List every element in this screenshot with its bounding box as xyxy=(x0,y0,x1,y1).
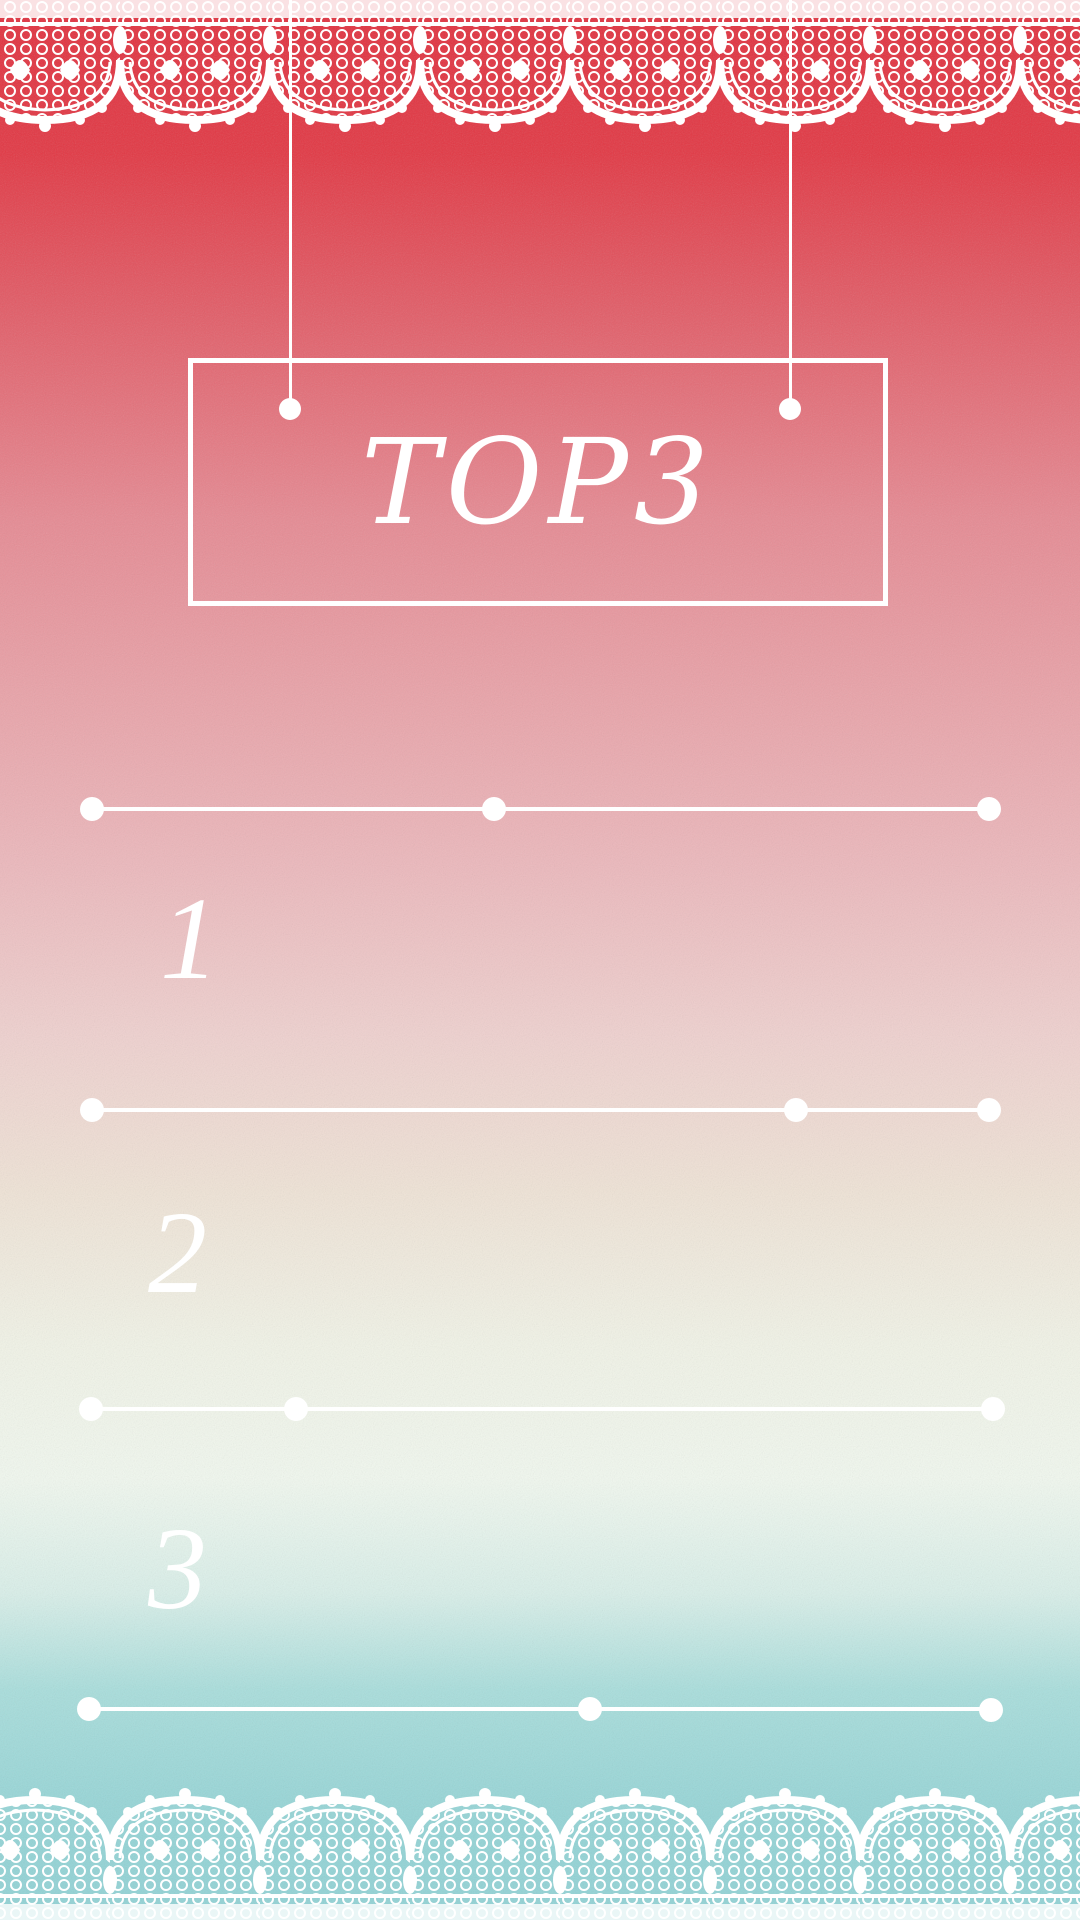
divider-line xyxy=(92,1108,990,1112)
divider-line xyxy=(92,1707,990,1711)
divider-dot xyxy=(979,1698,1003,1722)
lace-border-bottom xyxy=(0,1780,1080,1920)
rank-number-1: 1 xyxy=(160,873,219,1004)
sign-pin-right xyxy=(779,398,801,420)
divider-dot xyxy=(981,1397,1005,1421)
divider-dot xyxy=(79,1397,103,1421)
divider-dot xyxy=(482,797,506,821)
title-sign: TOP3 xyxy=(188,358,888,606)
divider-dot xyxy=(77,1697,101,1721)
divider-line xyxy=(92,807,990,811)
divider-dot xyxy=(784,1098,808,1122)
divider-line xyxy=(92,1407,990,1411)
divider-dot xyxy=(80,1098,104,1122)
divider-dot xyxy=(578,1697,602,1721)
divider-dot xyxy=(80,797,104,821)
sign-string-left xyxy=(289,0,292,408)
page-title: TOP3 xyxy=(361,413,715,551)
lace-border-top xyxy=(0,0,1080,140)
divider-dot xyxy=(284,1397,308,1421)
rank-number-2: 2 xyxy=(148,1187,207,1318)
divider-dot xyxy=(977,797,1001,821)
sign-string-right xyxy=(789,0,792,408)
divider-dot xyxy=(977,1098,1001,1122)
sign-pin-left xyxy=(279,398,301,420)
rank-number-3: 3 xyxy=(148,1503,207,1634)
